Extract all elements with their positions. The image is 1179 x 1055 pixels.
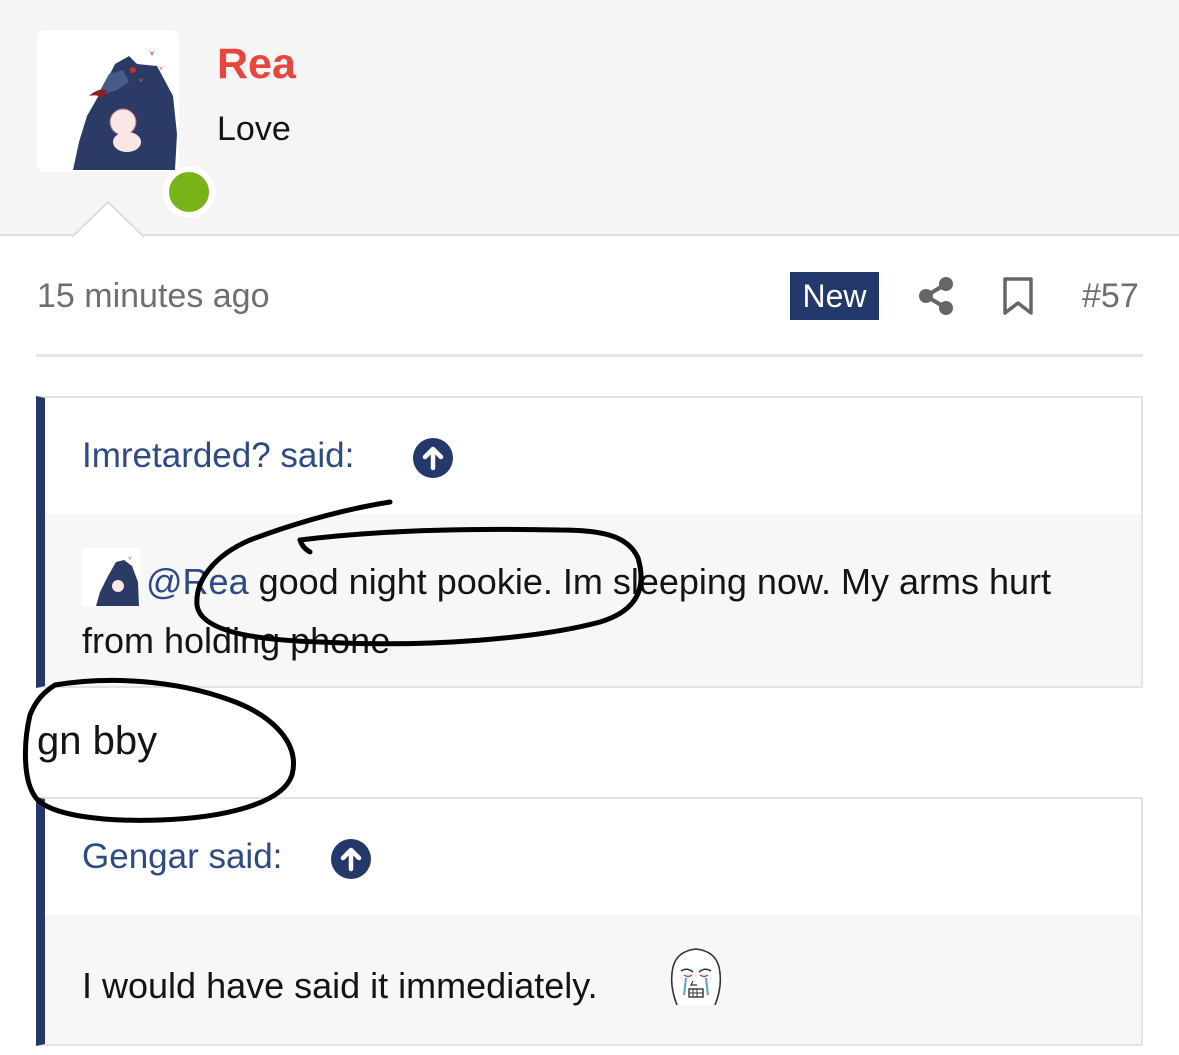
user-avatar[interactable] (37, 30, 215, 218)
quote-author[interactable]: Imretarded? said: (82, 436, 354, 476)
username[interactable]: Rea (217, 40, 296, 89)
reply-text: gn bby (37, 719, 158, 763)
quote-block: Imretarded? said: @Rea good night pookie… (36, 396, 1143, 688)
meta-divider (36, 354, 1143, 357)
quote-header: Gengar said: (45, 799, 1141, 915)
bookmark-icon[interactable] (1001, 276, 1035, 316)
quote-block: Gengar said: I would have said it immedi… (36, 797, 1143, 1046)
new-badge: New (790, 272, 879, 320)
crying-wojak-emoji (670, 948, 722, 1006)
quote-text: @Rea good night pookie. Im sleeping now.… (82, 552, 1122, 670)
user-title: Love (217, 110, 291, 148)
header-pointer (72, 200, 144, 238)
quote-header: Imretarded? said: (45, 398, 1141, 514)
avatar-illustration (73, 50, 177, 170)
quote-author[interactable]: Gengar said: (82, 837, 282, 877)
arrow-up-circle-icon[interactable] (413, 438, 453, 478)
quote-body: I would have said it immediately. (45, 915, 1141, 1044)
online-status-indicator (163, 166, 215, 218)
quote-body: @Rea good night pookie. Im sleeping now.… (45, 514, 1141, 686)
user-mention[interactable]: @Rea (146, 561, 249, 602)
post-timestamp[interactable]: 15 minutes ago (37, 277, 270, 316)
share-icon[interactable] (915, 275, 957, 317)
post-number[interactable]: #57 (1082, 277, 1139, 316)
arrow-up-circle-icon[interactable] (331, 839, 371, 879)
user-header: Rea Love (0, 0, 1179, 238)
quote-message: I would have said it immediately. (82, 965, 598, 1006)
